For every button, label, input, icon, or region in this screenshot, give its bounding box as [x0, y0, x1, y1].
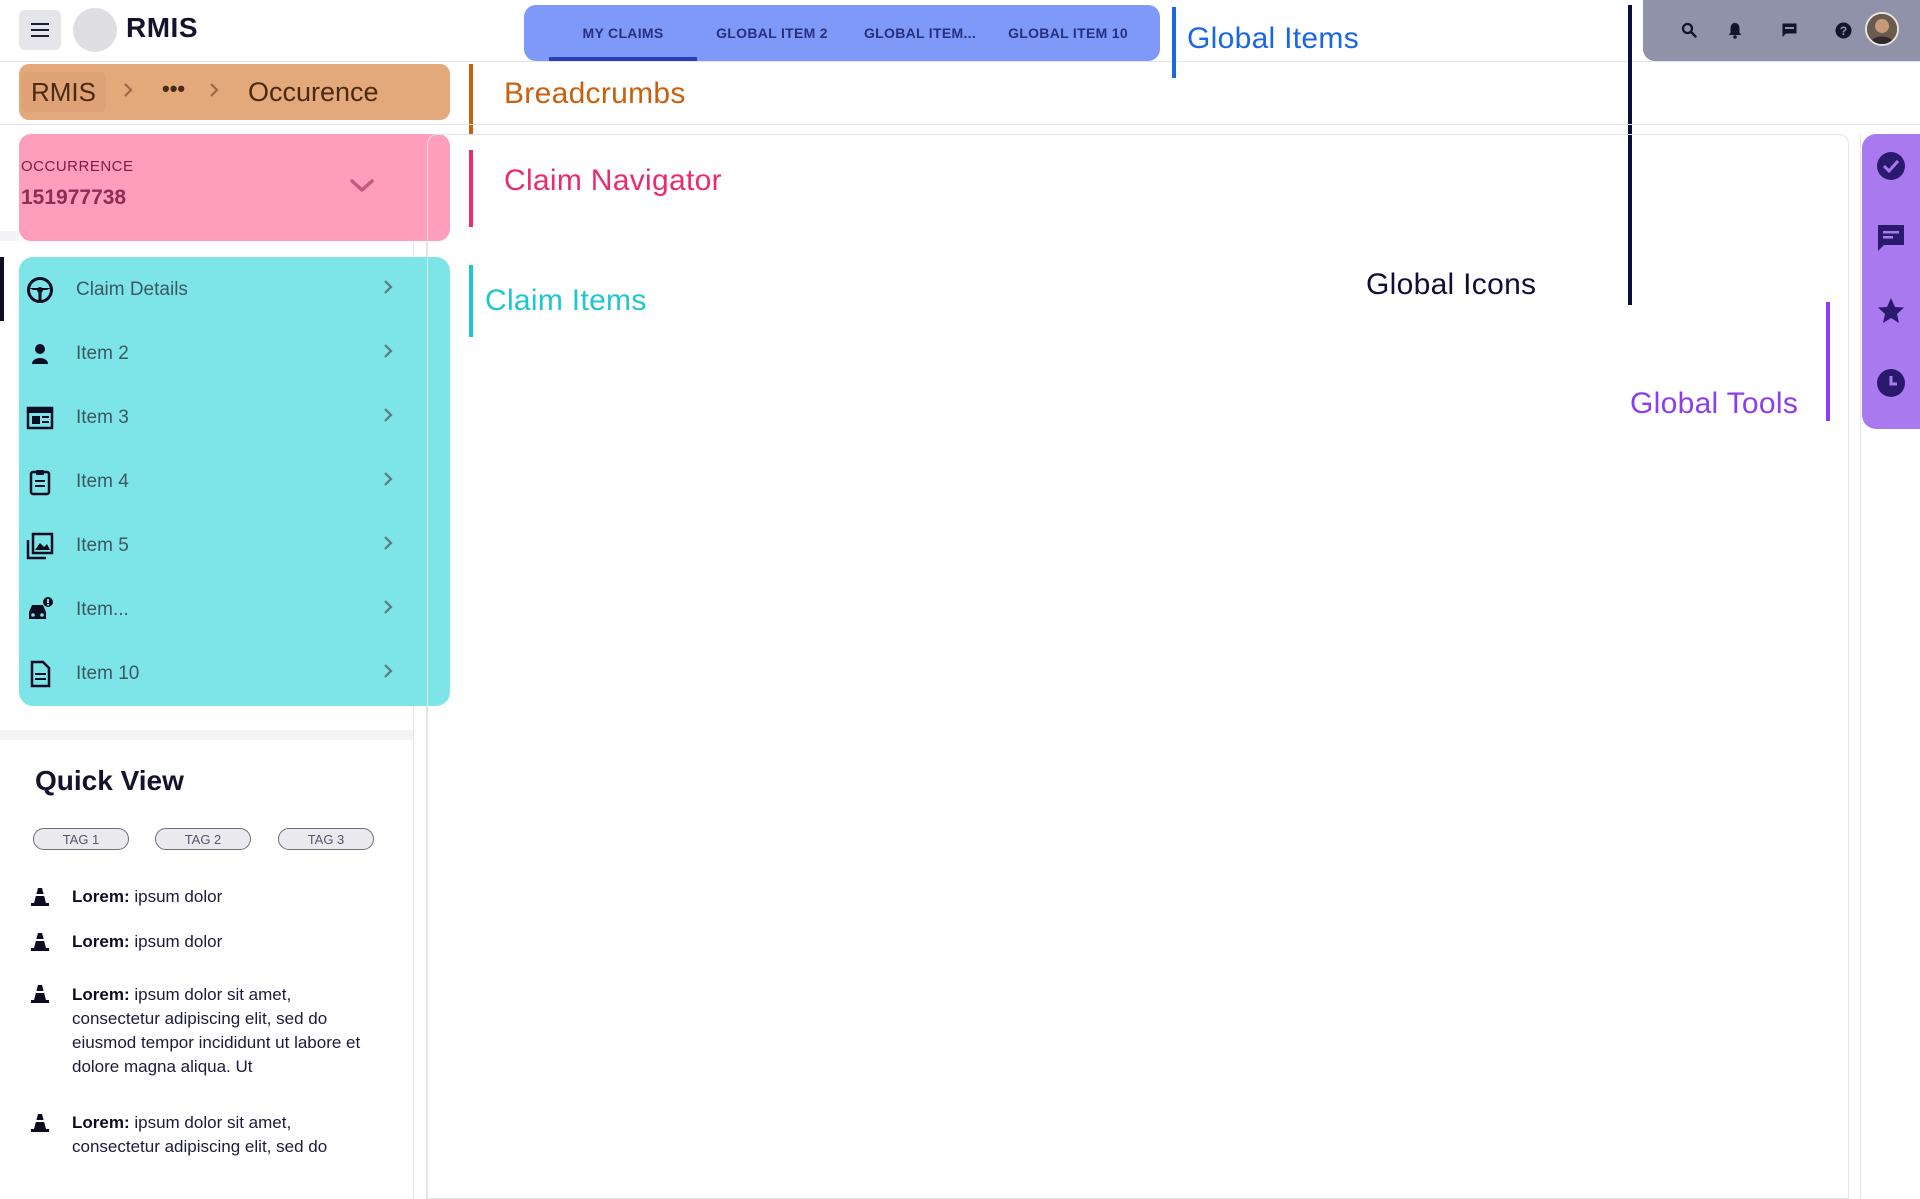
quick-view-key: Lorem:	[72, 932, 130, 951]
star-icon	[1878, 298, 1904, 323]
tag-chip[interactable]: TAG 1	[33, 828, 129, 850]
chevron-right-icon	[209, 78, 219, 104]
chevron-right-icon	[384, 344, 393, 358]
chevron-right-icon	[123, 78, 133, 104]
bell-icon	[1728, 22, 1742, 39]
search-button[interactable]	[1676, 17, 1702, 43]
sidebar-item-label: Item 10	[76, 663, 140, 684]
newspaper-icon	[26, 406, 54, 430]
traffic-cone-icon	[31, 933, 49, 951]
help-button[interactable]: ?	[1830, 17, 1856, 43]
quick-view-separator	[0, 730, 413, 740]
breadcrumb-home[interactable]: RMIS	[21, 72, 106, 112]
steering-wheel-icon	[27, 277, 53, 303]
global-tools-bar	[1862, 134, 1920, 429]
tab-global-item-2[interactable]: GLOBAL ITEM 2	[698, 5, 846, 61]
sidebar-item-5[interactable]: Item 5	[19, 513, 450, 577]
occurrence-number: 151977738	[21, 186, 127, 209]
quick-view-row: Lorem: ipsum dolor sit amet, consectetur…	[72, 983, 372, 1079]
quick-view-row: Lorem: ipsum dolor sit amet, consectetur…	[72, 1111, 372, 1159]
tab-global-item-more[interactable]: GLOBAL ITEM...	[846, 5, 994, 61]
clipboard-icon	[29, 470, 51, 496]
sidebar-item-label: Item 4	[76, 471, 129, 492]
traffic-cone-icon	[31, 888, 49, 906]
quick-view-value: ipsum dolor	[134, 932, 223, 951]
quick-view-value: ipsum dolor	[134, 887, 223, 906]
sidebar-item-10[interactable]: Item 10	[19, 641, 450, 705]
tab-my-claims[interactable]: MY CLAIMS	[549, 5, 697, 61]
quick-view-title: Quick View	[35, 765, 184, 796]
person-icon	[32, 344, 48, 364]
active-item-indicator	[0, 257, 4, 321]
comment-icon	[1878, 225, 1904, 251]
global-icons-bar: ?	[1643, 0, 1920, 61]
menu-button[interactable]	[19, 10, 61, 50]
chevron-right-icon	[384, 472, 393, 486]
tag-chip[interactable]: TAG 2	[155, 828, 251, 850]
occurrence-label: OCCURRENCE	[21, 158, 134, 175]
breadcrumb-divider	[0, 124, 1920, 125]
help-icon: ?	[1835, 22, 1851, 38]
hamburger-icon	[31, 23, 49, 37]
notifications-button[interactable]	[1722, 17, 1748, 43]
favorite-tool-button[interactable]	[1874, 294, 1908, 328]
sidebar-item-label: Item 5	[76, 535, 129, 556]
sidebar-item-label: Item 3	[76, 407, 129, 428]
sidebar-item-3[interactable]: Item 3	[19, 385, 450, 449]
annotation-breadcrumbs: Breadcrumbs	[504, 77, 686, 110]
sidebar-item-more[interactable]: Item...	[19, 577, 450, 641]
quick-view-row: Lorem: ipsum dolor	[72, 930, 372, 954]
tab-global-item-10[interactable]: GLOBAL ITEM 10	[994, 5, 1142, 61]
chevron-right-icon	[384, 664, 393, 678]
clock-icon	[1877, 369, 1905, 397]
main-content	[427, 134, 1849, 1199]
sidebar-separator	[0, 231, 19, 241]
avatar[interactable]	[1865, 12, 1899, 46]
check-tool-button[interactable]	[1874, 149, 1908, 183]
chevron-right-icon	[384, 536, 393, 550]
tools-rail	[1860, 134, 1861, 1199]
search-icon	[1681, 22, 1697, 38]
history-tool-button[interactable]	[1874, 366, 1908, 400]
breadcrumb-current: Occurence	[248, 77, 379, 107]
sidebar-item-2[interactable]: Item 2	[19, 321, 450, 385]
traffic-cone-icon	[31, 1114, 49, 1132]
chevron-right-icon	[384, 408, 393, 422]
quick-view-key: Lorem:	[72, 887, 130, 906]
car-alert-icon	[29, 597, 53, 619]
sidebar-item-label: Item 2	[76, 343, 129, 364]
traffic-cone-icon	[31, 985, 49, 1003]
claim-items-list: Claim Details Item 2 Item 3 Item 4 Item …	[19, 257, 450, 706]
annotation-bar-global-items	[1172, 7, 1176, 78]
annotation-global-items: Global Items	[1187, 22, 1359, 55]
tag-chip[interactable]: TAG 3	[278, 828, 374, 850]
feedback-button[interactable]	[1776, 17, 1802, 43]
svg-text:?: ?	[1839, 24, 1846, 38]
app-logo[interactable]	[73, 8, 117, 52]
chevron-down-icon[interactable]	[349, 178, 375, 199]
chevron-right-icon	[384, 600, 393, 614]
photo-library-icon	[26, 532, 54, 560]
quick-view-key: Lorem:	[72, 1113, 130, 1132]
chevron-right-icon	[384, 280, 393, 294]
sidebar-item-4[interactable]: Item 4	[19, 449, 450, 513]
sidebar-item-claim-details[interactable]: Claim Details	[19, 257, 450, 321]
quick-view-row: Lorem: ipsum dolor	[72, 885, 372, 909]
breadcrumb-ellipsis[interactable]: •••	[162, 76, 185, 102]
sidebar-item-label: Claim Details	[76, 279, 188, 300]
claim-navigator[interactable]: OCCURRENCE 151977738	[19, 134, 450, 241]
user-photo-icon	[1867, 14, 1897, 44]
comment-tool-button[interactable]	[1874, 221, 1908, 255]
check-circle-icon	[1877, 152, 1905, 180]
global-items-tabs: MY CLAIMS GLOBAL ITEM 2 GLOBAL ITEM... G…	[524, 5, 1160, 61]
breadcrumb: RMIS ••• Occurence	[19, 64, 450, 120]
quick-view-key: Lorem:	[72, 985, 130, 1004]
sidebar-item-label: Item...	[76, 599, 129, 620]
feedback-icon	[1782, 23, 1796, 37]
header-divider	[0, 61, 1920, 62]
document-icon	[30, 660, 51, 688]
app-title: RMIS	[126, 12, 198, 43]
